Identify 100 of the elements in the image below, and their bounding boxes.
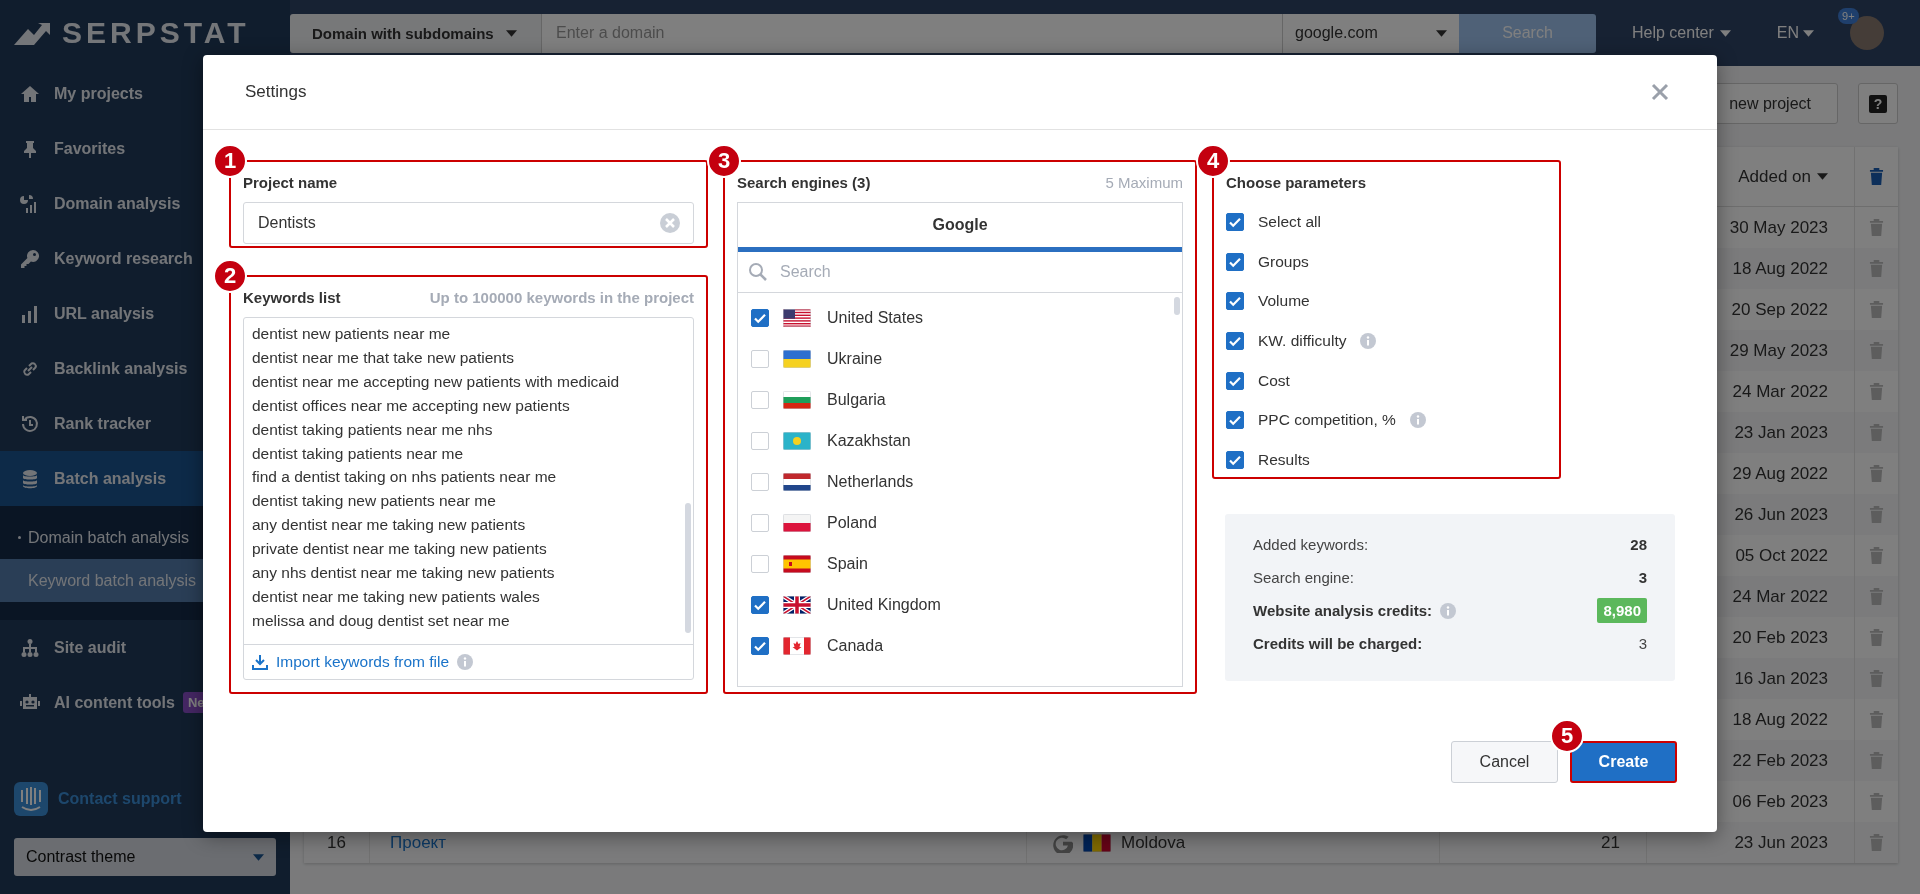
summary-label: Credits will be charged: bbox=[1253, 635, 1423, 652]
keyword-line: dentist new patients near me bbox=[252, 324, 452, 344]
language-menu[interactable]: EN bbox=[1770, 23, 1821, 43]
info-icon[interactable] bbox=[457, 654, 474, 670]
checkbox-label: KW. difficulty bbox=[1258, 331, 1347, 350]
info-icon[interactable] bbox=[1360, 332, 1377, 349]
close-icon[interactable] bbox=[1651, 83, 1669, 101]
cancel-button[interactable]: Cancel bbox=[1451, 741, 1558, 783]
summary-value: 8,980 bbox=[1597, 598, 1647, 623]
sitemap-icon bbox=[20, 637, 40, 658]
country-name: Ukraine bbox=[827, 349, 883, 368]
trash-icon[interactable] bbox=[1869, 464, 1884, 483]
trash-icon[interactable] bbox=[1869, 218, 1884, 237]
summary-label: Search engine: bbox=[1253, 569, 1354, 586]
flag-icon bbox=[783, 308, 811, 327]
country-name: United Kingdom bbox=[827, 595, 941, 614]
key-icon bbox=[20, 248, 40, 269]
checkbox[interactable] bbox=[751, 636, 769, 655]
country-name: Netherlands bbox=[827, 472, 914, 491]
step-number-badge: 1 bbox=[213, 144, 247, 178]
theme-select[interactable]: Contrast theme bbox=[14, 838, 276, 876]
flag-icon bbox=[783, 349, 811, 368]
create-button[interactable]: Create bbox=[1570, 741, 1677, 783]
checkbox-label: Groups bbox=[1258, 252, 1309, 271]
keyword-line: dentist offices near me accepting new patients bbox=[252, 395, 571, 416]
trash-icon[interactable] bbox=[1869, 546, 1884, 565]
keyword-line: private dentist near me taking new patients bbox=[252, 539, 548, 560]
download-icon bbox=[252, 654, 268, 670]
project-name-field[interactable]: Dentists bbox=[243, 202, 694, 244]
trash-icon[interactable] bbox=[1869, 710, 1884, 729]
trash-icon[interactable] bbox=[1869, 833, 1884, 852]
checkbox[interactable] bbox=[1226, 331, 1244, 350]
clear-icon[interactable] bbox=[659, 212, 681, 234]
trash-icon[interactable] bbox=[1869, 628, 1884, 647]
flag-icon bbox=[783, 431, 811, 450]
summary-label: Added keywords: bbox=[1253, 536, 1369, 553]
summary-value: 3 bbox=[1638, 635, 1647, 652]
checkbox[interactable] bbox=[1226, 371, 1244, 390]
info-icon[interactable] bbox=[1439, 602, 1456, 619]
info-icon[interactable] bbox=[1409, 412, 1426, 429]
help-center-menu[interactable]: Help center bbox=[1626, 23, 1737, 43]
trash-icon[interactable] bbox=[1869, 669, 1884, 688]
summary-value: 28 bbox=[1630, 536, 1647, 553]
caret-icon bbox=[253, 853, 264, 861]
trash-icon[interactable] bbox=[1869, 300, 1884, 319]
trash-icon[interactable] bbox=[1869, 505, 1884, 524]
column-header[interactable]: Added on bbox=[1738, 166, 1828, 187]
trash-icon[interactable] bbox=[1869, 259, 1884, 278]
step-number-badge: 3 bbox=[707, 144, 741, 178]
caret-icon bbox=[1719, 29, 1731, 37]
scrollbar[interactable] bbox=[1174, 297, 1180, 315]
history-icon bbox=[20, 413, 40, 434]
keyword-line: any dentist near me taking new patients bbox=[252, 515, 527, 536]
limit-hint: 5 Maximum bbox=[1105, 173, 1183, 191]
checkbox[interactable] bbox=[751, 595, 769, 614]
limit-hint: Up to 100000 keywords in the project bbox=[429, 288, 694, 306]
checkbox[interactable] bbox=[1226, 411, 1244, 430]
trash-icon[interactable] bbox=[1869, 167, 1884, 186]
trash-icon[interactable] bbox=[1869, 751, 1884, 770]
date-text: 30 May 2023 bbox=[1729, 217, 1828, 238]
checkbox[interactable] bbox=[1226, 292, 1244, 311]
checkbox[interactable] bbox=[1226, 252, 1244, 271]
checkbox-label: Select all bbox=[1258, 212, 1321, 231]
date-text: 29 May 2023 bbox=[1729, 340, 1828, 361]
summary-label: Website analysis credits: bbox=[1253, 602, 1432, 619]
logo-text: SERPSTAT bbox=[62, 16, 250, 50]
country-name: Poland bbox=[827, 513, 877, 532]
caret-icon bbox=[1436, 29, 1447, 37]
project-link[interactable]: Проект bbox=[390, 832, 446, 853]
trash-icon[interactable] bbox=[1869, 587, 1884, 606]
date-text: 16 Jan 2023 bbox=[1734, 668, 1828, 689]
scrollbar[interactable] bbox=[685, 503, 691, 633]
help-button[interactable]: ? bbox=[1858, 83, 1898, 124]
date-text: 18 Aug 2022 bbox=[1732, 258, 1828, 279]
search-type-select[interactable]: Domain with subdomains bbox=[290, 13, 542, 53]
import-link[interactable]: Import keywords from file bbox=[252, 653, 450, 671]
caret-icon bbox=[1803, 29, 1815, 37]
database-icon bbox=[20, 468, 40, 489]
checkbox[interactable] bbox=[1226, 450, 1244, 469]
caret-icon bbox=[1817, 173, 1828, 180]
trash-icon[interactable] bbox=[1869, 382, 1884, 401]
date-text: 29 Aug 2022 bbox=[1732, 463, 1828, 484]
bullet-icon bbox=[18, 536, 21, 539]
country-name: Moldova bbox=[1121, 832, 1186, 853]
checkbox-label: Volume bbox=[1258, 292, 1310, 311]
trash-icon[interactable] bbox=[1869, 423, 1884, 442]
date-text: 22 Feb 2023 bbox=[1732, 750, 1828, 771]
date-text: 06 Feb 2023 bbox=[1732, 791, 1828, 812]
search-engine-select[interactable]: google.com bbox=[1282, 13, 1459, 53]
checkbox[interactable] bbox=[1226, 212, 1244, 231]
flag-icon bbox=[783, 513, 811, 532]
checkbox[interactable] bbox=[751, 308, 769, 327]
keyword-line: melissa and doug dentist set near me bbox=[252, 610, 511, 631]
trash-icon[interactable] bbox=[1869, 341, 1884, 360]
keyword-count: 21 bbox=[1601, 832, 1620, 853]
country-name: Kazakhstan bbox=[827, 431, 911, 450]
flag-icon bbox=[783, 595, 811, 614]
checkbox-label: Results bbox=[1258, 450, 1310, 469]
country-name: Canada bbox=[827, 636, 884, 655]
trash-icon[interactable] bbox=[1869, 792, 1884, 811]
